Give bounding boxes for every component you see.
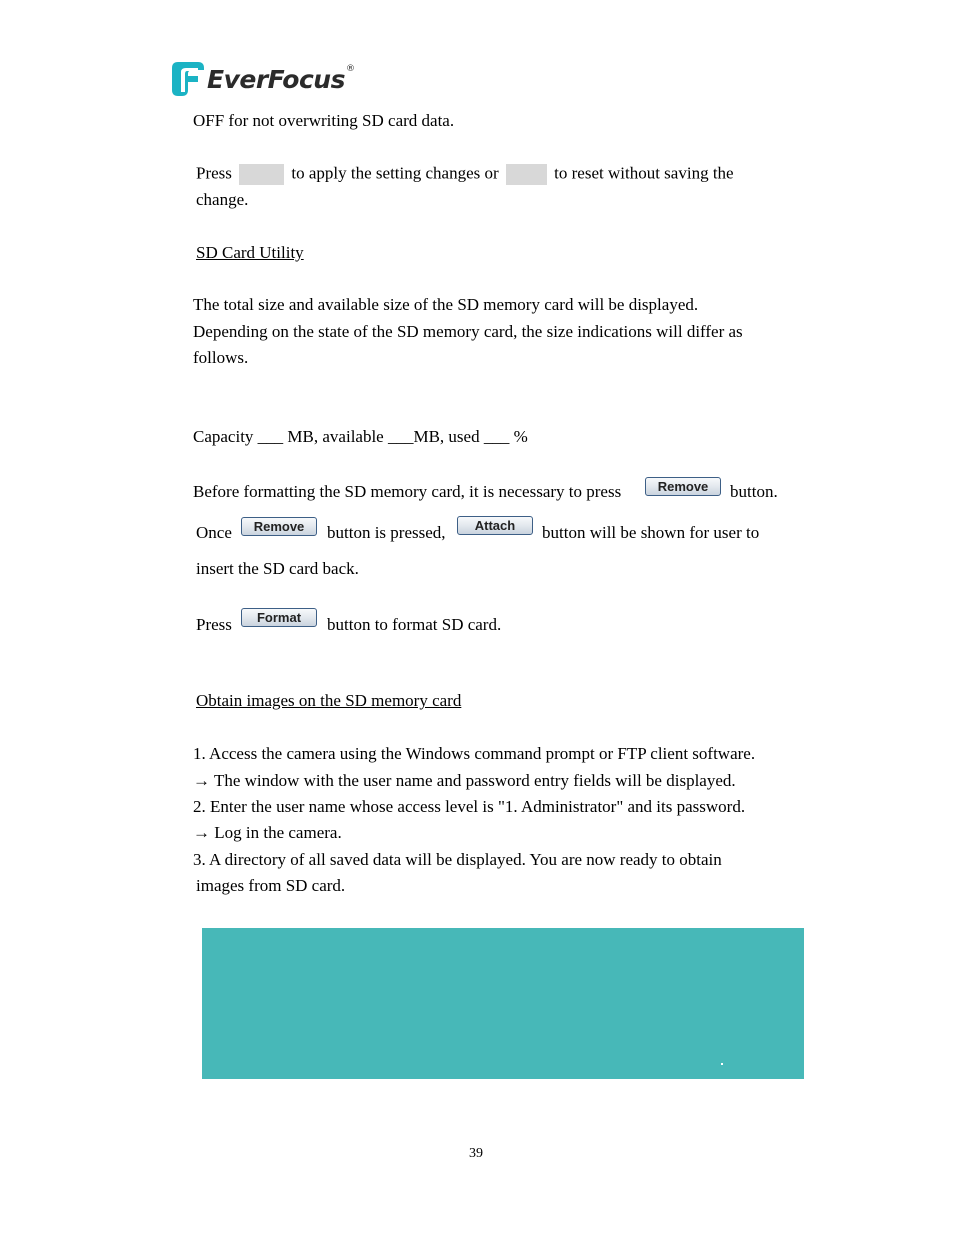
obtain-step: 1. Access the camera using the Windows c… (193, 744, 756, 763)
image-dot (721, 1063, 723, 1065)
obtain-step: → The window with the user name and pass… (193, 771, 736, 790)
press-label: Press (196, 615, 232, 634)
obtain-images-heading: Obtain images on the SD memory card (196, 691, 462, 710)
insert-back-text: insert the SD card back. (196, 559, 359, 578)
once-tail-text: button will be shown for user to (542, 523, 760, 542)
before-format-tail: button. (730, 482, 778, 501)
sd-utility-para-line: Depending on the state of the SD memory … (193, 322, 743, 341)
once-label: Once (196, 523, 232, 542)
capacity-line: Capacity ___ MB, available ___MB, used _… (193, 427, 528, 446)
reset-text: to reset without saving the (554, 163, 734, 183)
reset-button-placeholder[interactable] (505, 164, 547, 185)
format-tail-text: button to format SD card. (327, 615, 502, 634)
obtain-step: → Log in the camera. (193, 823, 342, 842)
apply-button-placeholder[interactable] (239, 164, 285, 185)
once-mid-text: button is pressed, (327, 523, 446, 542)
page-number: 39 (469, 1146, 483, 1161)
everfocus-logo: EverFocus ® (172, 61, 355, 97)
overwrite-text: OFF for not overwriting SD card data. (193, 111, 455, 130)
remove-button[interactable]: Remove (241, 517, 317, 536)
sd-utility-para-line: follows. (193, 348, 249, 367)
press-label: Press (196, 163, 232, 183)
attach-button[interactable]: Attach (457, 516, 533, 535)
registered-mark: ® (345, 64, 355, 74)
obtain-step: 3. A directory of all saved data will be… (193, 850, 722, 869)
sd-card-utility-heading: SD Card Utility (196, 243, 304, 262)
obtain-step: 2. Enter the user name whose access leve… (193, 797, 746, 816)
format-button[interactable]: Format (241, 608, 317, 627)
before-format-text: Before formatting the SD memory card, it… (193, 482, 622, 501)
sd-utility-para-line: The total size and available size of the… (193, 295, 699, 314)
apply-reset-line2: change. (196, 190, 249, 209)
apply-text: to apply the setting changes or (291, 163, 499, 183)
apply-reset-line: Press to apply the setting changes or to… (196, 164, 734, 185)
remove-button[interactable]: Remove (645, 477, 721, 496)
everfocus-f-logo-icon (172, 62, 204, 96)
screenshot-image-placeholder (202, 928, 804, 1079)
brand-name: EverFocus (207, 64, 345, 94)
obtain-step: images from SD card. (196, 876, 346, 895)
